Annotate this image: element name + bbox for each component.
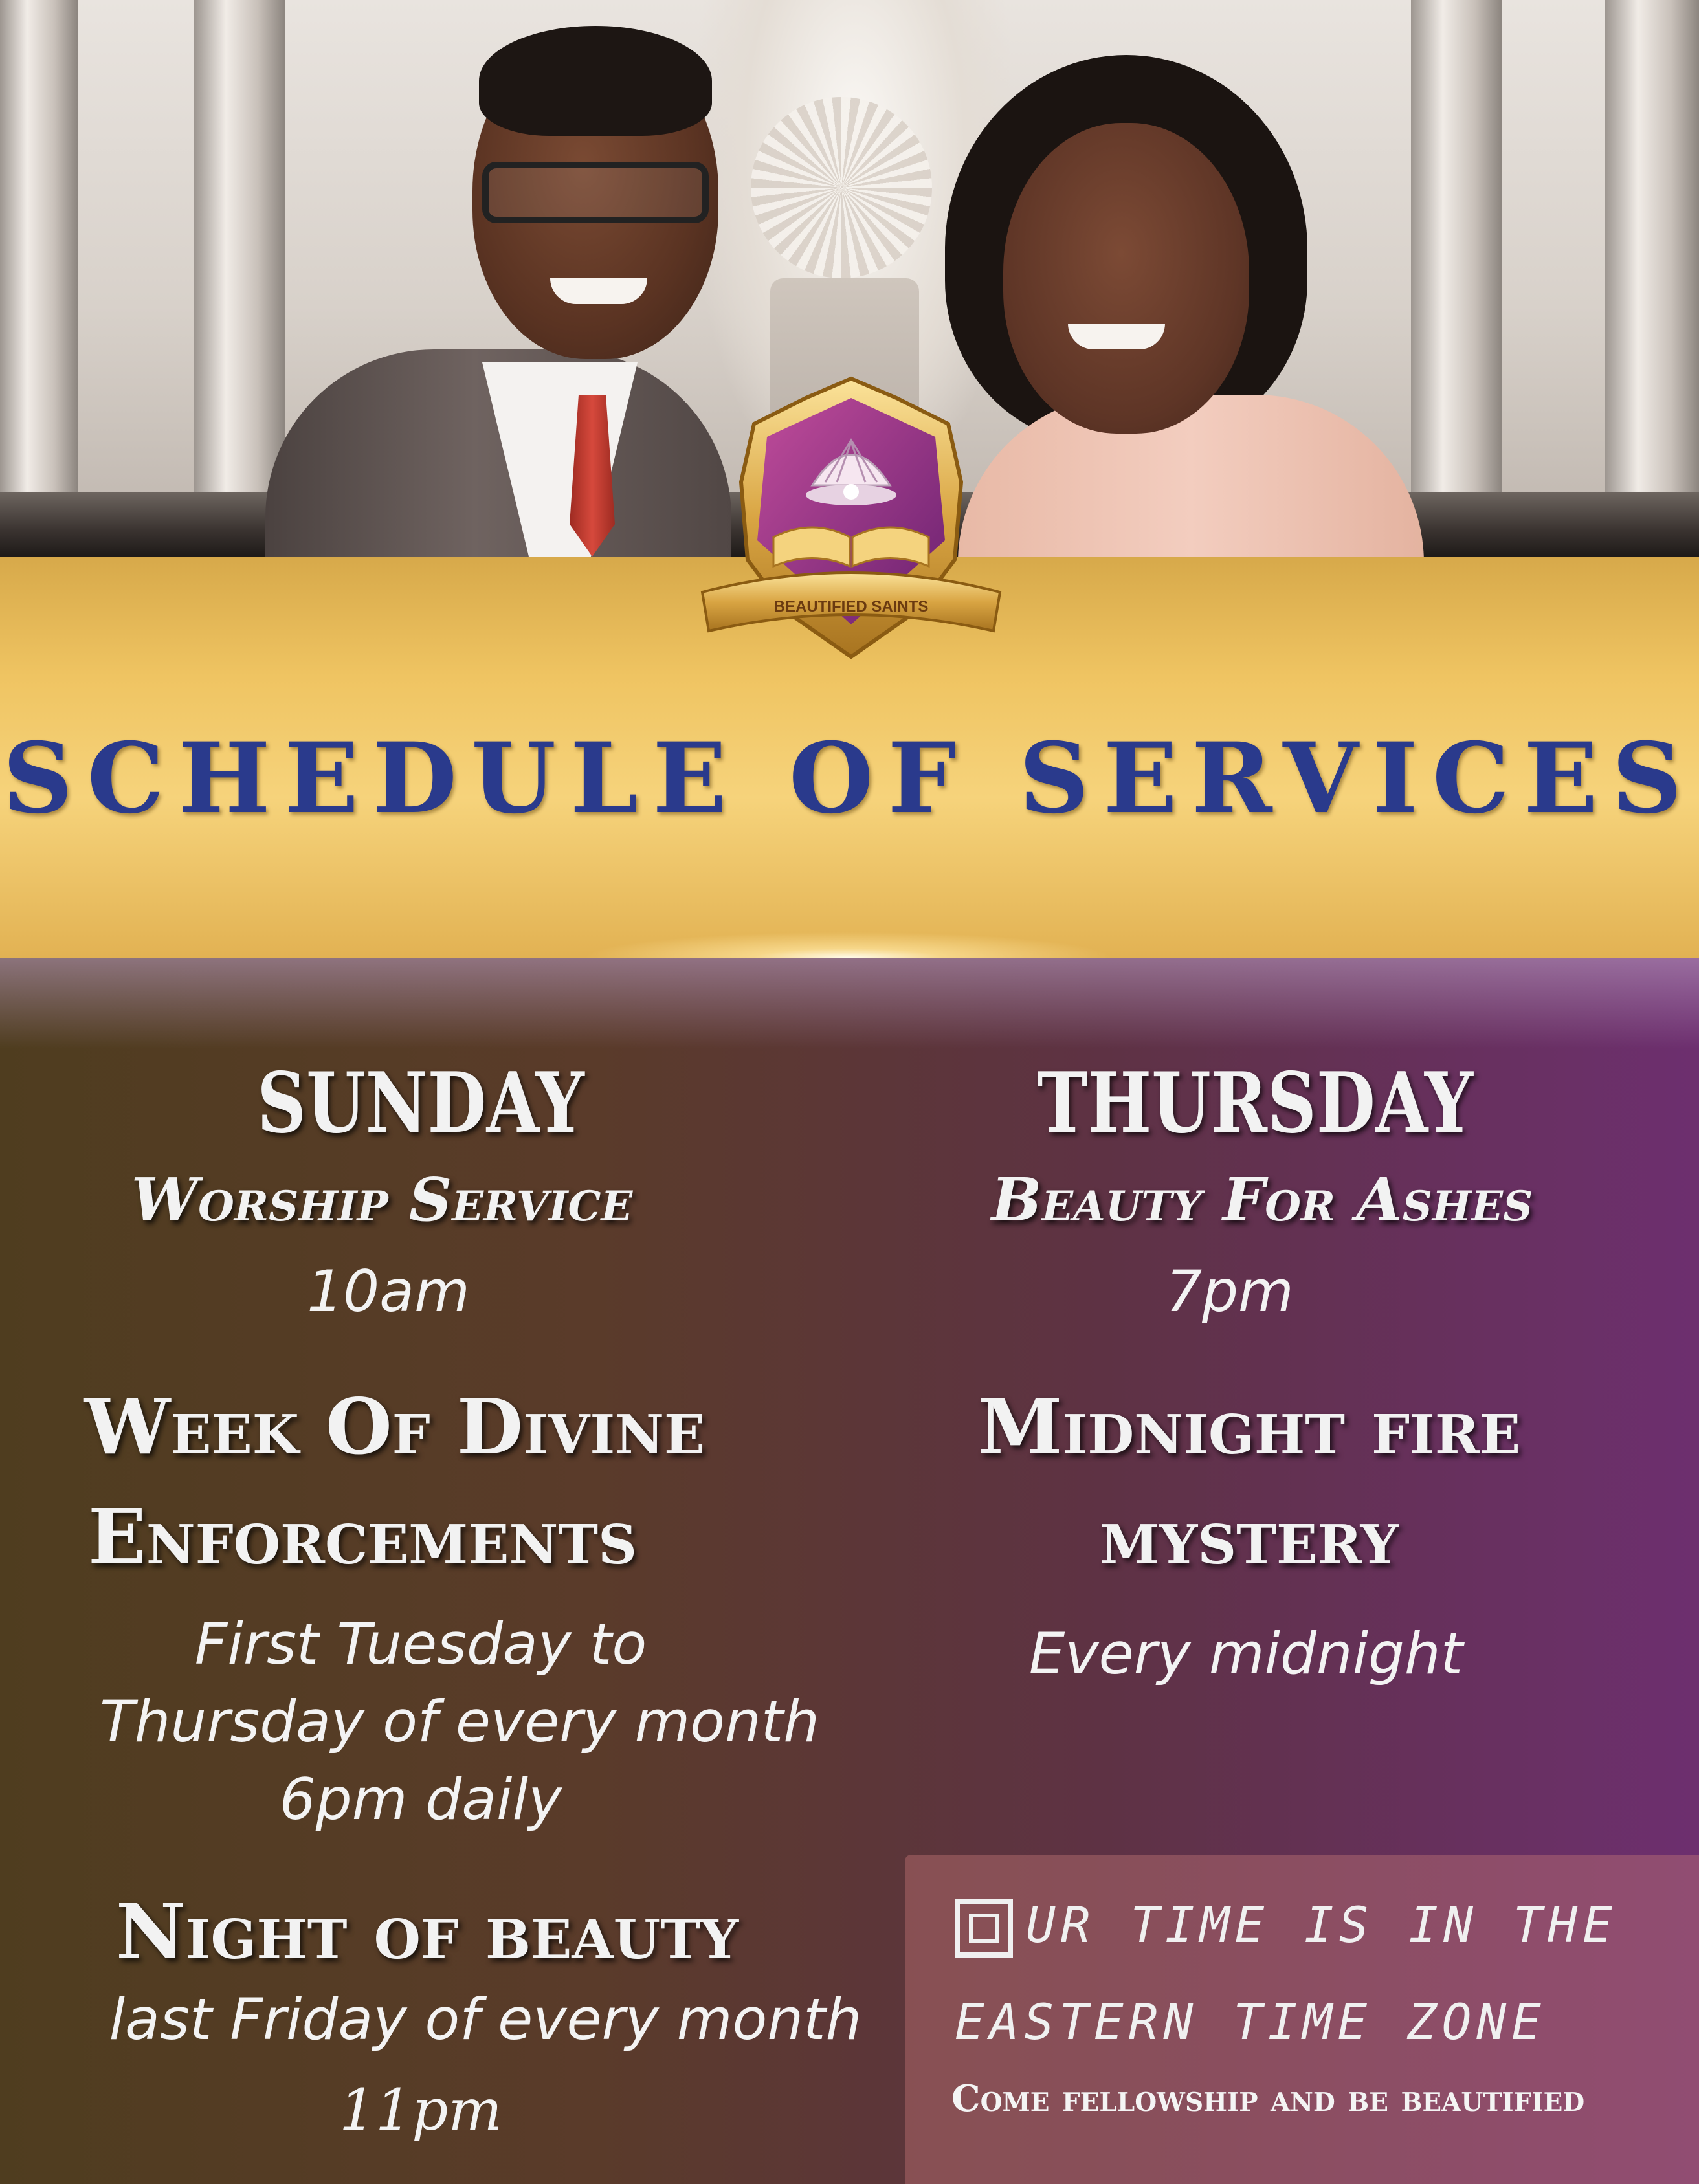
man-glasses: [482, 162, 709, 223]
man-smile: [550, 278, 647, 304]
logo-banner-text: BEAUTIFIED SAINTS: [774, 598, 929, 615]
midnight-title-line1: Midnight fire: [977, 1382, 1521, 1472]
timezone-footer: Come fellowship and be beautified: [951, 2077, 1585, 2120]
thursday-service: Beauty For Ashes: [991, 1165, 1533, 1235]
panel-shine: [0, 958, 1699, 1048]
square-o-icon-inner: [969, 1914, 999, 1943]
church-pillar: [1411, 0, 1502, 557]
sunday-heading: SUNDAY: [257, 1055, 584, 1152]
timezone-line1: UR TIME IS IN THE: [1026, 1896, 1617, 1954]
night-of-beauty-time: 11pm: [339, 2077, 502, 2143]
enforcements-title-line2: Enforcements: [87, 1492, 638, 1582]
night-of-beauty-detail: last Friday of every month: [109, 1986, 862, 2053]
church-pillar: [1605, 0, 1699, 557]
church-logo: BEAUTIFIED SAINTS: [700, 376, 1002, 659]
page-title: SCHEDULE OF SERVICES: [3, 722, 1696, 835]
thursday-time: 7pm: [1166, 1258, 1294, 1325]
timezone-line2: EASTERN TIME ZONE: [955, 1993, 1546, 2051]
sunday-time: 10am: [307, 1258, 470, 1325]
enforcements-detail-line3: 6pm daily: [279, 1766, 562, 1833]
woman-smile: [1068, 324, 1165, 349]
enforcements-detail-line1: First Tuesday to: [194, 1611, 647, 1677]
midnight-title-line2: mystery: [1100, 1492, 1399, 1582]
church-pillar: [0, 0, 78, 557]
woman-face: [1003, 123, 1249, 434]
enforcements-title-line1: Week Of Divine: [84, 1382, 705, 1472]
night-of-beauty-title: Night of beauty: [115, 1886, 739, 1976]
thursday-heading: THURSDAY: [1037, 1055, 1473, 1152]
sunday-service: Worship Service: [131, 1165, 633, 1235]
man-hair: [479, 26, 712, 136]
midnight-detail: Every midnight: [1028, 1620, 1463, 1687]
altar-sunburst: [751, 97, 932, 278]
enforcements-detail-line2: Thursday of every month: [99, 1688, 820, 1755]
